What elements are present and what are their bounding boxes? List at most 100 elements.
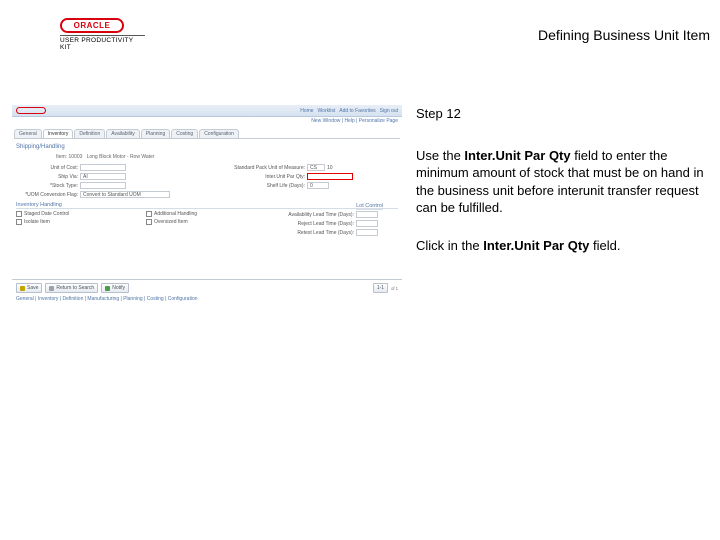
row-unit-cost: Unit of Cost: bbox=[16, 164, 204, 171]
row-shelf-life: Shelf Life (Days):0 bbox=[210, 182, 398, 189]
row-uom-flag: *UOM Conversion Flag:Convert to Standard… bbox=[16, 191, 204, 198]
tab-inventory[interactable]: Inventory bbox=[43, 129, 74, 138]
form-columns: Unit of Cost: Ship Via:AI *Stock Type: *… bbox=[16, 164, 398, 198]
nav-favorites[interactable]: Add to Favorites bbox=[339, 108, 375, 114]
tab-planning[interactable]: Planning bbox=[141, 129, 170, 138]
tab-availability[interactable]: Availability bbox=[106, 129, 140, 138]
oracle-logo: ORACLE bbox=[60, 18, 124, 33]
save-icon bbox=[20, 286, 25, 291]
item-id: 10003 bbox=[69, 154, 83, 160]
handling-section: Staged Date Control Isolate Item Additio… bbox=[16, 211, 398, 236]
instruction-paragraph: Use the Inter.Unit Par Qty field to ente… bbox=[416, 147, 706, 217]
tab-configuration[interactable]: Configuration bbox=[199, 129, 239, 138]
row-avail-lead: Availability Lead Time (Days): bbox=[276, 211, 398, 218]
upk-subtitle: USER PRODUCTIVITY KIT bbox=[60, 35, 145, 51]
return-search-button[interactable]: Return to Search bbox=[45, 283, 98, 293]
shot-footer: Save Return to Search Notify 1-1 of 1 Ge… bbox=[12, 279, 402, 305]
action-bold: Inter.Unit Par Qty bbox=[483, 238, 589, 253]
notify-button[interactable]: Notify bbox=[101, 283, 129, 293]
checkbox-icon bbox=[16, 219, 22, 225]
form-area: Shipping/Handling Item: 10003 Long Block… bbox=[12, 139, 402, 239]
oracle-logo-mini bbox=[16, 107, 46, 114]
instruction-panel: Step 12 Use the Inter.Unit Par Qty field… bbox=[416, 105, 710, 305]
embedded-screenshot: Home Worklist Add to Favorites Sign out … bbox=[12, 105, 402, 305]
check-label: Oversized Item bbox=[154, 219, 188, 225]
check-staged-date[interactable]: Staged Date Control bbox=[16, 211, 138, 217]
item-desc: Long Block Motor - Row Water bbox=[87, 154, 155, 160]
btn-label: Notify bbox=[112, 284, 125, 292]
lot-fields: Availability Lead Time (Days): Reject Le… bbox=[276, 211, 398, 236]
unit-cost-field[interactable] bbox=[80, 164, 126, 171]
std-pack-qty: 10 bbox=[327, 165, 333, 171]
check-oversized-item[interactable]: Oversized Item bbox=[146, 219, 268, 225]
checks-mid: Additional Handling Oversized Item bbox=[146, 211, 268, 236]
nav-signout[interactable]: Sign out bbox=[380, 108, 398, 114]
button-row: Save Return to Search Notify 1-1 of 1 bbox=[16, 283, 398, 293]
document-header: ORACLE USER PRODUCTIVITY KIT Defining Bu… bbox=[0, 18, 720, 51]
btn-label: Save bbox=[27, 284, 38, 292]
lot-control-head: Lot Control bbox=[356, 203, 383, 210]
checkbox-icon bbox=[16, 211, 22, 217]
check-isolate-item[interactable]: Isolate Item bbox=[16, 219, 138, 225]
label: *UOM Conversion Flag: bbox=[16, 192, 78, 198]
item-subline: Item: 10003 Long Block Motor - Row Water bbox=[56, 154, 398, 160]
row-retest-lead: Retest Lead Time (Days): bbox=[276, 229, 398, 236]
right-column: Standard Pack Unit of Measure:CS10 Inter… bbox=[210, 164, 398, 198]
uom-flag-field[interactable]: Convert to Standard UOM bbox=[80, 191, 170, 198]
pager[interactable]: 1-1 bbox=[373, 283, 388, 293]
tab-definition[interactable]: Definition bbox=[74, 129, 105, 138]
checks-left: Staged Date Control Isolate Item bbox=[16, 211, 138, 236]
save-button[interactable]: Save bbox=[16, 283, 42, 293]
label: Reject Lead Time (Days): bbox=[276, 221, 354, 227]
label: Availability Lead Time (Days): bbox=[276, 212, 354, 218]
oracle-brand: ORACLE USER PRODUCTIVITY KIT bbox=[60, 18, 145, 51]
tab-general[interactable]: General bbox=[14, 129, 42, 138]
row-stock-type: *Stock Type: bbox=[16, 182, 204, 189]
section-heading: Shipping/Handling bbox=[16, 144, 398, 150]
label: Unit of Cost: bbox=[16, 165, 78, 171]
topbar-links: Home Worklist Add to Favorites Sign out bbox=[300, 108, 398, 114]
check-additional-handling[interactable]: Additional Handling bbox=[146, 211, 268, 217]
para-pre: Use the bbox=[416, 148, 464, 163]
app-topbar: Home Worklist Add to Favorites Sign out bbox=[12, 105, 402, 117]
action-post: field. bbox=[589, 238, 620, 253]
ship-via-field[interactable]: AI bbox=[80, 173, 126, 180]
label: Ship Via: bbox=[16, 174, 78, 180]
check-label: Staged Date Control bbox=[24, 211, 69, 217]
label: Standard Pack Unit of Measure: bbox=[210, 165, 305, 171]
document-title: Defining Business Unit Item bbox=[538, 27, 710, 43]
label: Shelf Life (Days): bbox=[210, 183, 305, 189]
action-pre: Click in the bbox=[416, 238, 483, 253]
tab-costing[interactable]: Costing bbox=[171, 129, 198, 138]
btn-label: Return to Search bbox=[56, 284, 94, 292]
row-std-pack: Standard Pack Unit of Measure:CS10 bbox=[210, 164, 398, 171]
nav-worklist[interactable]: Worklist bbox=[318, 108, 336, 114]
notify-icon bbox=[105, 286, 110, 291]
check-label: Additional Handling bbox=[154, 211, 197, 217]
page-of: of 1 bbox=[391, 286, 398, 291]
reject-lead-field[interactable] bbox=[356, 220, 378, 227]
content-row: Home Worklist Add to Favorites Sign out … bbox=[12, 105, 710, 305]
label: Retest Lead Time (Days): bbox=[276, 230, 354, 236]
row-interunit-par-qty: Inter.Unit Par Qty: bbox=[210, 173, 398, 180]
avail-lead-field[interactable] bbox=[356, 211, 378, 218]
checkbox-icon bbox=[146, 219, 152, 225]
para-bold: Inter.Unit Par Qty bbox=[464, 148, 570, 163]
interunit-par-qty-field[interactable] bbox=[307, 173, 353, 180]
row-reject-lead: Reject Lead Time (Days): bbox=[276, 220, 398, 227]
item-label: Item: bbox=[56, 154, 67, 160]
std-pack-uom-field[interactable]: CS bbox=[307, 164, 325, 171]
retest-lead-field[interactable] bbox=[356, 229, 378, 236]
stock-type-field[interactable] bbox=[80, 182, 126, 189]
footer-tab-links[interactable]: General | Inventory | Definition | Manuf… bbox=[16, 296, 398, 302]
check-label: Isolate Item bbox=[24, 219, 50, 225]
nav-home[interactable]: Home bbox=[300, 108, 313, 114]
action-paragraph: Click in the Inter.Unit Par Qty field. bbox=[416, 237, 706, 255]
shelf-life-field[interactable]: 0 bbox=[307, 182, 329, 189]
page-actions[interactable]: New Window | Help | Personalize Page bbox=[12, 117, 402, 125]
label: *Stock Type: bbox=[16, 183, 78, 189]
left-column: Unit of Cost: Ship Via:AI *Stock Type: *… bbox=[16, 164, 204, 198]
tabstrip: General Inventory Definition Availabilit… bbox=[14, 129, 400, 139]
inventory-handling-head: Inventory Handling bbox=[16, 202, 398, 209]
label: Inter.Unit Par Qty: bbox=[210, 174, 305, 180]
